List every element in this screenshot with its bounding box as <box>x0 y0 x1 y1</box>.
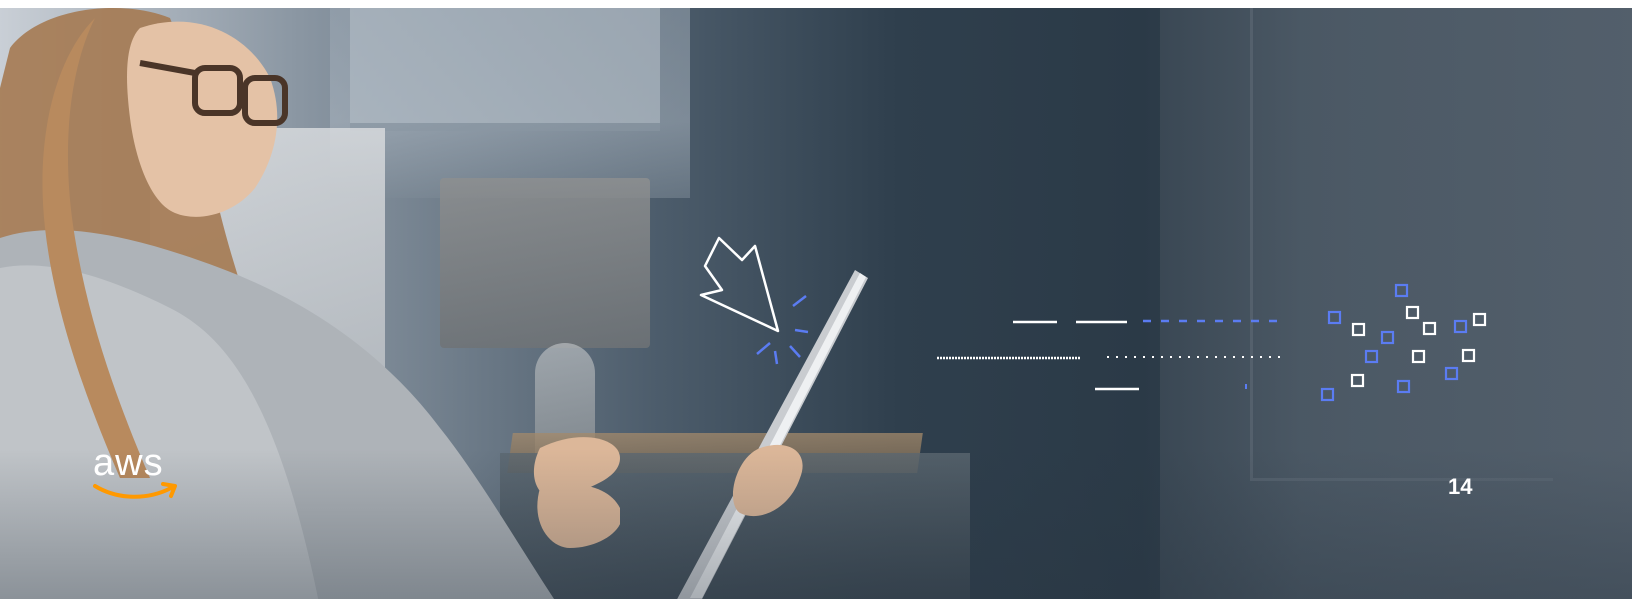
data-stream-graphic <box>699 236 1487 402</box>
data-stream-lines <box>937 319 1287 391</box>
hero-slide: aws 14 <box>0 8 1632 599</box>
cursor-click-icon <box>699 236 809 365</box>
pixel-squares <box>1320 283 1487 402</box>
page-number: 14 <box>1448 474 1473 499</box>
aws-logo-text: aws <box>93 442 164 484</box>
aws-logo: aws <box>93 444 183 504</box>
aws-smile-icon <box>93 482 177 499</box>
